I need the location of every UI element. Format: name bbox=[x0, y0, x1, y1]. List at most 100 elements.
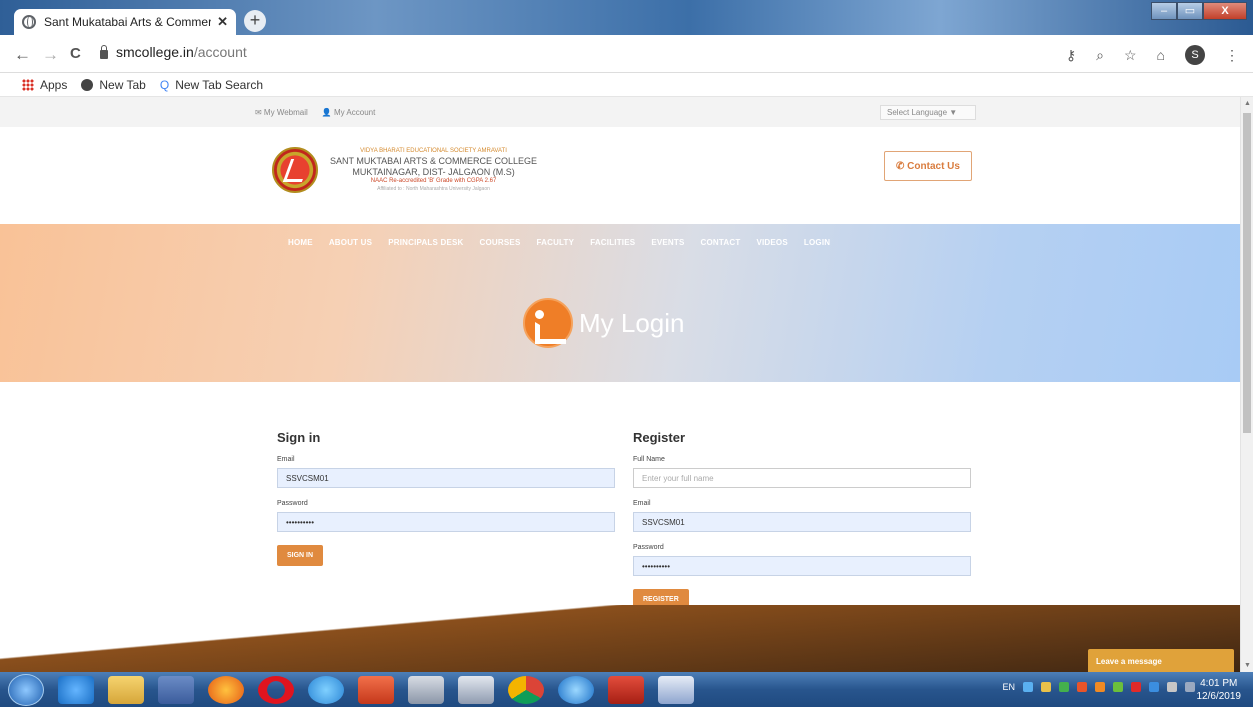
url-input[interactable]: smcollege.in/account bbox=[100, 44, 247, 60]
footer-band bbox=[0, 605, 1240, 672]
affiliation: Affiliated to : North Maharashtra Univer… bbox=[377, 185, 490, 192]
tray-icon[interactable] bbox=[1131, 682, 1141, 692]
internet-explorer-icon[interactable] bbox=[58, 675, 94, 704]
camera-app-icon[interactable] bbox=[458, 675, 494, 704]
browser-tab[interactable]: Sant Mukatabai Arts & Commerc ✕ bbox=[14, 9, 236, 35]
scroll-up-icon[interactable]: ▲ bbox=[1244, 100, 1251, 107]
college-brand[interactable]: VIDYA BHARATI EDUCATIONAL SOCIETY AMRAVA… bbox=[272, 147, 537, 193]
url-path: /account bbox=[193, 44, 247, 60]
tray-icon[interactable] bbox=[1149, 682, 1159, 692]
bookmark-star-icon[interactable]: ☆ bbox=[1124, 47, 1137, 64]
extension-icon[interactable]: ⌂ bbox=[1157, 47, 1165, 63]
bookmark-label: New Tab Search bbox=[175, 77, 264, 92]
signin-password-input[interactable]: •••••••••• bbox=[277, 512, 615, 532]
acrobat-icon[interactable] bbox=[608, 675, 644, 704]
close-window-button[interactable]: X bbox=[1203, 2, 1247, 20]
tray-icon[interactable] bbox=[1077, 682, 1087, 692]
lock-icon bbox=[100, 44, 108, 59]
url-host: smcollege.in bbox=[116, 44, 194, 60]
bookmark-apps[interactable]: Apps bbox=[22, 78, 67, 92]
menu-faculty[interactable]: FACULTY bbox=[536, 238, 574, 247]
bookmark-new-tab-search[interactable]: Q New Tab Search bbox=[160, 78, 263, 92]
tray-icon[interactable] bbox=[1059, 682, 1069, 692]
network-app-icon[interactable] bbox=[408, 675, 444, 704]
forward-button[interactable]: → bbox=[42, 45, 59, 65]
hero-banner: HOME ABOUT US PRINCIPALS DESK COURSES FA… bbox=[0, 224, 1240, 382]
register-email-input[interactable]: SSVCSM01 bbox=[633, 512, 971, 532]
windows-taskbar: EN 4:01 PM 12/6/2019 bbox=[0, 672, 1253, 707]
webmail-link[interactable]: ✉ My Webmail bbox=[255, 108, 308, 117]
menu-courses[interactable]: COURSES bbox=[480, 238, 521, 247]
tab-close-icon[interactable]: ✕ bbox=[217, 14, 228, 30]
apps-grid-icon bbox=[22, 78, 34, 91]
help-tray-icon[interactable] bbox=[1023, 682, 1033, 692]
menu-principals-desk[interactable]: PRINCIPALS DESK bbox=[388, 238, 463, 247]
register-fullname-input[interactable]: Enter your full name bbox=[633, 468, 971, 488]
media-player-icon[interactable] bbox=[358, 675, 394, 704]
signin-button[interactable]: SIGN IN bbox=[277, 545, 324, 566]
tray-icon[interactable] bbox=[1041, 682, 1051, 692]
address-bar: ← → C smcollege.in/account ⚷ ⌕ ☆ ⌂ S ⋮ bbox=[0, 35, 1253, 73]
signin-email-input[interactable]: SSVCSM01 bbox=[277, 468, 615, 488]
taskbar-clock[interactable]: 4:01 PM 12/6/2019 bbox=[1197, 677, 1242, 703]
bookmarks-bar: Apps New Tab Q New Tab Search bbox=[0, 73, 1253, 97]
menu-about-us[interactable]: ABOUT US bbox=[329, 238, 372, 247]
flag-icon[interactable] bbox=[1167, 682, 1177, 692]
window-controls: – ▭ X bbox=[1151, 2, 1247, 20]
word-icon[interactable] bbox=[658, 675, 694, 704]
file-explorer-icon[interactable] bbox=[108, 675, 144, 704]
register-email-label: Email bbox=[633, 500, 651, 507]
menu-contact[interactable]: CONTACT bbox=[701, 238, 741, 247]
college-name: SANT MUKTABAI ARTS & COMMERCE COLLEGE bbox=[330, 155, 538, 166]
signin-password-label: Password bbox=[277, 500, 308, 507]
profile-avatar[interactable]: S bbox=[1185, 45, 1205, 65]
scrollbar-thumb[interactable] bbox=[1243, 113, 1251, 433]
language-select[interactable]: Select Language ▼ bbox=[880, 105, 976, 120]
my-account-link[interactable]: 👤 My Account bbox=[322, 108, 376, 117]
scroll-down-icon[interactable]: ▼ bbox=[1244, 662, 1251, 669]
bookmark-new-tab[interactable]: New Tab bbox=[81, 77, 146, 92]
register-password-label: Password bbox=[633, 544, 664, 551]
new-tab-button[interactable]: + bbox=[244, 10, 266, 32]
menu-facilities[interactable]: FACILITIES bbox=[590, 238, 635, 247]
clock-date: 12/6/2019 bbox=[1196, 691, 1242, 702]
menu-home[interactable]: HOME bbox=[288, 238, 313, 247]
menu-icon[interactable]: ⋮ bbox=[1225, 47, 1239, 64]
menu-login[interactable]: LOGIN bbox=[804, 238, 830, 247]
menu-events[interactable]: EVENTS bbox=[651, 238, 684, 247]
tray-icon[interactable] bbox=[1113, 682, 1123, 692]
menu-videos[interactable]: VIDEOS bbox=[756, 238, 787, 247]
chrome-icon[interactable] bbox=[508, 675, 544, 704]
college-logo-icon bbox=[272, 147, 318, 193]
main-menu: HOME ABOUT US PRINCIPALS DESK COURSES FA… bbox=[288, 238, 830, 247]
firefox-icon[interactable] bbox=[208, 675, 244, 704]
bookmark-label: New Tab bbox=[99, 77, 146, 92]
back-button[interactable]: ← bbox=[14, 45, 31, 65]
signin-form: Sign in Email SSVCSM01 Password ••••••••… bbox=[277, 430, 617, 566]
start-button[interactable] bbox=[8, 673, 44, 706]
opera-icon[interactable] bbox=[258, 675, 294, 704]
network-tray-icon[interactable] bbox=[1185, 682, 1195, 692]
college-location: MUKTAINAGAR, DIST- JALGAON (M.S) bbox=[352, 166, 515, 177]
register-form: Register Full Name Enter your full name … bbox=[633, 430, 973, 610]
page-scrollbar[interactable]: ▲ ▼ bbox=[1240, 97, 1253, 672]
top-strip: ✉ My Webmail 👤 My Account Select Languag… bbox=[0, 97, 1240, 127]
minimize-button[interactable]: – bbox=[1151, 2, 1177, 20]
search-icon: Q bbox=[159, 77, 170, 92]
blue-app-icon[interactable] bbox=[308, 675, 344, 704]
hero-title: My Login bbox=[523, 298, 685, 348]
contact-us-button[interactable]: ✆ Contact Us bbox=[884, 151, 972, 181]
shield-app-icon[interactable] bbox=[158, 675, 194, 704]
reload-button[interactable]: C bbox=[70, 45, 81, 62]
tray-icon[interactable] bbox=[1095, 682, 1105, 692]
zoom-icon[interactable]: ⌕ bbox=[1096, 47, 1104, 64]
maximize-button[interactable]: ▭ bbox=[1177, 2, 1203, 20]
globe-app-icon[interactable] bbox=[558, 675, 594, 704]
leave-message-button[interactable]: Leave a message bbox=[1088, 649, 1234, 672]
language-indicator[interactable]: EN bbox=[1002, 682, 1015, 692]
tab-title: Sant Mukatabai Arts & Commerc bbox=[44, 15, 212, 29]
system-tray: EN bbox=[1002, 682, 1195, 692]
key-icon[interactable]: ⚷ bbox=[1066, 47, 1076, 64]
page-title: My Login bbox=[579, 307, 685, 338]
register-password-input[interactable]: •••••••••• bbox=[633, 556, 971, 576]
